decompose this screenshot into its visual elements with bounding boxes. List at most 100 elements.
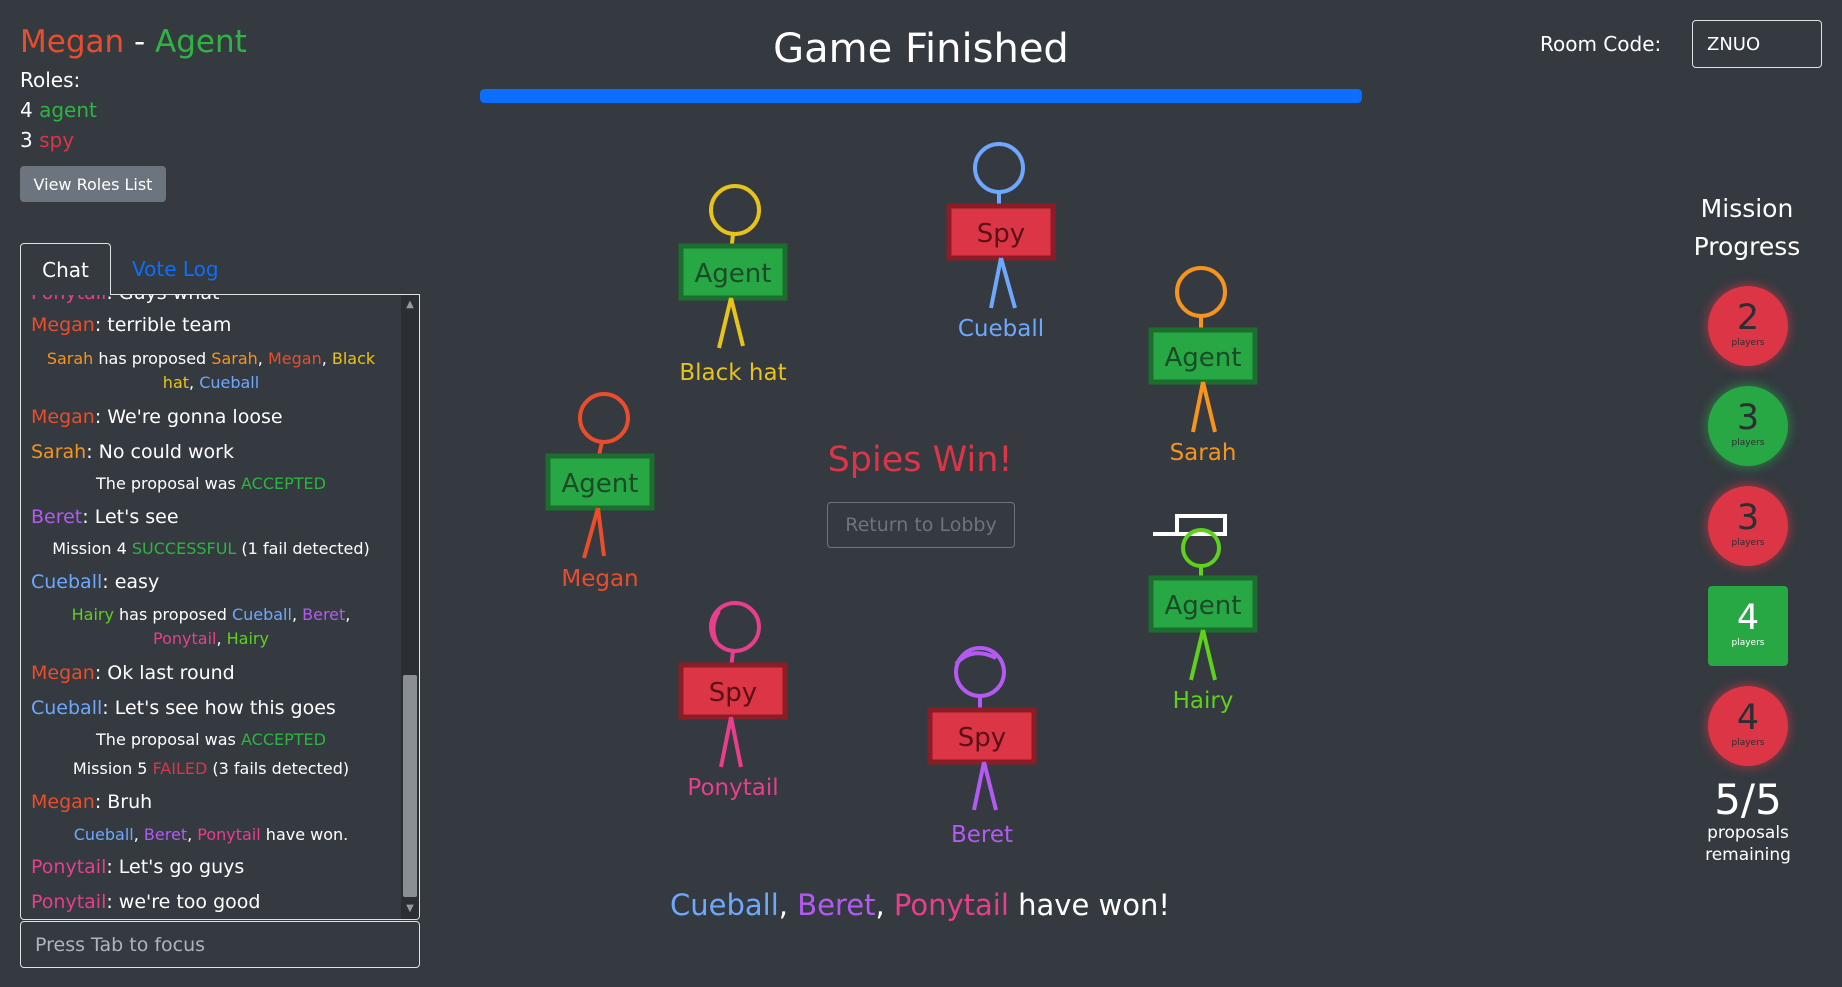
mission-title-line: Mission [1700, 194, 1794, 223]
chat-message: Megan: We're gonna loose [31, 405, 401, 429]
chat-system-message: The proposal was ACCEPTED [21, 728, 401, 752]
scroll-up-arrow-icon[interactable]: ▲ [404, 299, 416, 311]
view-roles-list-button[interactable]: View Roles List [20, 166, 166, 202]
player-ponytail[interactable]: Spy Ponytail [673, 597, 793, 803]
role-sign-text: Spy [977, 219, 1025, 249]
winner-name: Cueball [670, 888, 779, 922]
game-result-heading: Spies Win! [827, 440, 1013, 480]
player-black-hat[interactable]: Agent Black hat [673, 178, 793, 388]
proposed-name: Beret [302, 605, 346, 624]
chat-author: Megan [31, 791, 95, 813]
separator: , [291, 605, 303, 624]
stick-figure-icon: Agent [1148, 266, 1258, 433]
proposals-label-line: remaining [1705, 845, 1791, 865]
role-sign-text: Agent [695, 259, 772, 289]
chat-text: : Let's see [82, 506, 179, 528]
system-text: has proposed [113, 605, 232, 624]
chat-text: : easy [102, 571, 160, 593]
chat-author: Megan [31, 406, 95, 428]
separator: , [216, 629, 227, 648]
mission-status: FAILED [152, 759, 208, 778]
chat-text: : Guys what [106, 295, 219, 304]
role-name: agent [39, 98, 97, 122]
player-name-label: Cueball [957, 316, 1045, 342]
chat-system-message: Cueball, Beret, Ponytail have won. [21, 823, 401, 847]
chat-input[interactable] [20, 921, 420, 968]
system-text: have won. [260, 825, 349, 844]
chat-text: : No could work [86, 441, 234, 463]
chat-author: Cueball [31, 697, 103, 719]
proposer-name: Hairy [71, 605, 114, 624]
chat-message: Ponytail: we're too good [31, 890, 401, 914]
player-name-label: Black hat [679, 360, 787, 386]
player-beret[interactable]: Spy Beret [922, 642, 1042, 850]
mission-4-indicator[interactable]: 4 players [1708, 586, 1788, 666]
proposals-label-line: proposals [1707, 823, 1789, 843]
mission-3-indicator[interactable]: 3 players [1708, 486, 1788, 566]
proposed-name: Ponytail [153, 629, 217, 648]
chat-scrollbar[interactable]: ▲ ▼ [401, 295, 419, 919]
stick-figure-icon: Spy [678, 601, 788, 768]
mission-2-indicator[interactable]: 3 players [1708, 386, 1788, 466]
chat-system-message: Mission 5 FAILED (3 fails detected) [21, 757, 401, 781]
winner-name: Ponytail [893, 888, 1009, 922]
return-to-lobby-button[interactable]: Return to Lobby [827, 502, 1015, 548]
role-sign-text: Spy [958, 723, 1006, 753]
page-title: Game Finished [773, 26, 1069, 72]
roles-label: Roles: [20, 68, 81, 92]
chat-log[interactable]: Ponytail : Guys what Megan : terrible team… [20, 294, 420, 920]
mission-player-count: 3 [1736, 398, 1760, 438]
chat-text: : Bruh [94, 791, 153, 813]
game-progress-fill [480, 89, 1362, 103]
chat-author: Sarah [31, 441, 87, 463]
proposals-remaining-label: proposals remaining [1690, 822, 1806, 866]
system-text: (1 fail detected) [236, 539, 370, 558]
mission-count-label: players [1731, 338, 1765, 348]
proposed-name: Black [331, 349, 376, 368]
mission-status: SUCCESSFUL [131, 539, 237, 558]
proposals-remaining-count: 5/5 [1714, 775, 1782, 824]
proposed-name: Megan [267, 349, 322, 368]
mission-5-indicator[interactable]: 4 players [1708, 686, 1788, 766]
game-progress-bar [480, 89, 1362, 103]
chat-scrollbar-thumb[interactable] [403, 675, 417, 897]
player-sarah[interactable]: Agent Sarah [1143, 262, 1263, 468]
player-hairy[interactable]: Agent Hairy [1143, 510, 1263, 716]
separator: , [187, 825, 198, 844]
system-text: The proposal was [96, 474, 241, 493]
scroll-down-arrow-icon[interactable]: ▼ [404, 903, 416, 915]
system-text: Mission 5 [72, 759, 153, 778]
proposed-name: hat [162, 373, 190, 392]
mission-1-indicator[interactable]: 2 players [1708, 286, 1788, 366]
chat-text: : terrible team [94, 314, 232, 336]
role-count-agent: 4 agent [20, 98, 97, 122]
role-sign-text: Agent [1165, 591, 1242, 621]
player-name-label: Ponytail [687, 775, 779, 801]
winner-name: Beret [797, 888, 876, 922]
player-name-label: Beret [950, 822, 1014, 848]
separator: , [778, 888, 798, 922]
chat-author: Beret [31, 506, 83, 528]
winners-text: have won! [1008, 888, 1170, 922]
mission-count-label: players [1731, 538, 1765, 548]
mission-player-count: 2 [1736, 298, 1760, 338]
winners-announcement: Cueball, Beret, Ponytail have won! [560, 885, 1280, 925]
proposed-name: Cueball [231, 605, 292, 624]
separator: , [345, 605, 351, 624]
role-sign-text: Agent [562, 469, 639, 499]
tab-vote-log[interactable]: Vote Log [132, 243, 219, 295]
chat-message: Megan: Ok last round [31, 661, 401, 685]
chat-message: Ponytail: Let's go guys [31, 855, 401, 879]
player-name: Megan [20, 24, 125, 60]
mission-count-label: players [1731, 638, 1765, 648]
tab-chat[interactable]: Chat [20, 243, 111, 295]
chat-message: Cueball: easy [31, 570, 401, 594]
player-megan[interactable]: Agent Megan [540, 388, 660, 594]
mission-count-label: players [1731, 738, 1765, 748]
player-cueball[interactable]: Spy Cueball [941, 138, 1061, 344]
role-name: spy [39, 128, 75, 152]
proposal-status: ACCEPTED [240, 474, 326, 493]
chat-message: Beret: Let's see [31, 505, 401, 529]
room-code-field[interactable] [1692, 20, 1822, 68]
chat-author: Cueball [31, 571, 103, 593]
